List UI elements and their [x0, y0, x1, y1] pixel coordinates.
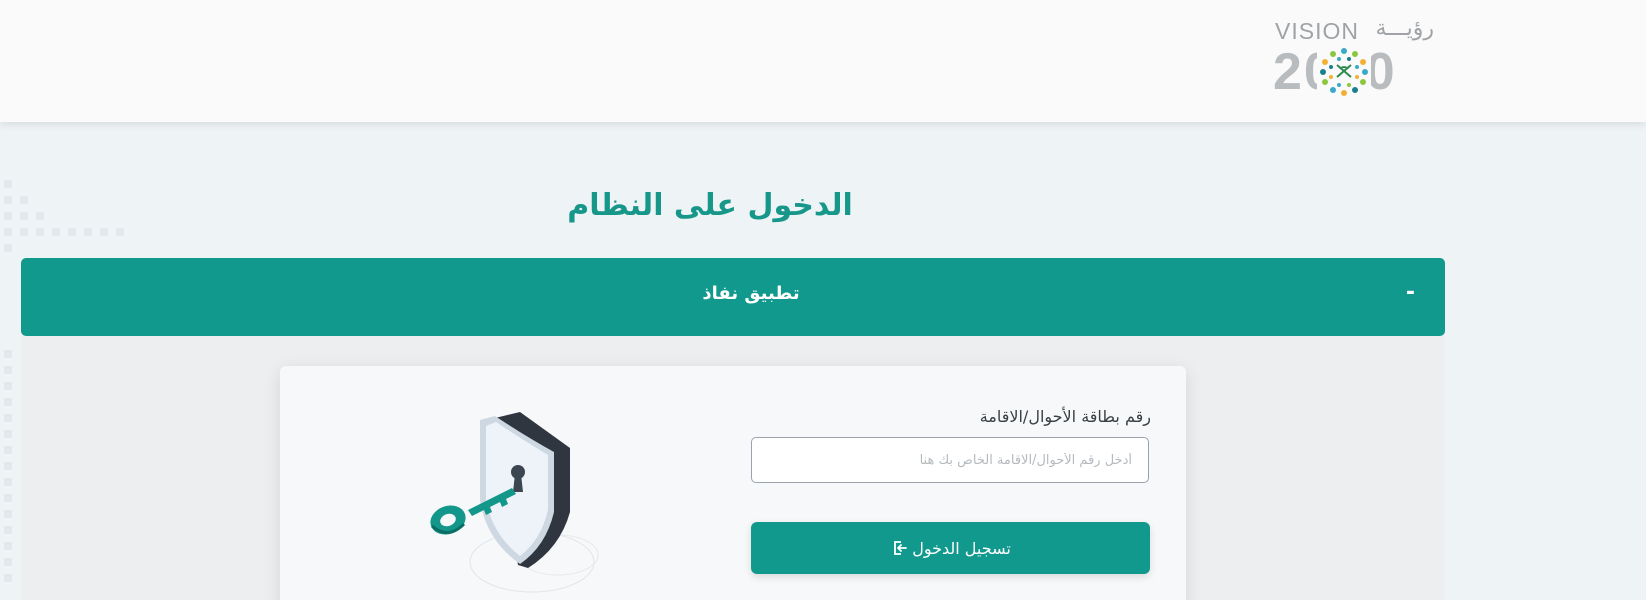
- nafath-app-accordion-header[interactable]: تطبيق نفاذ -: [21, 258, 1445, 336]
- vision-emblem-icon: [1317, 45, 1371, 99]
- login-button[interactable]: تسجيل الدخول: [751, 522, 1150, 574]
- collapse-toggle-icon[interactable]: -: [1406, 282, 1415, 304]
- vision-arabic-word: رؤيـــة: [1375, 16, 1434, 41]
- login-button-content: تسجيل الدخول: [890, 539, 1011, 558]
- login-arrow-icon: [894, 541, 908, 555]
- nafath-logo: نفاذ: [1476, 14, 1646, 104]
- shield-key-icon: [430, 412, 599, 593]
- vision-2030-logo: VISION رؤيـــة 2030: [1273, 16, 1438, 101]
- page: VISION رؤيـــة 2030: [0, 0, 1646, 600]
- svg-text:نفاذ: نفاذ: [1624, 26, 1626, 99]
- nafath-logo-icon: نفاذ: [1624, 26, 1646, 99]
- national-id-input[interactable]: [751, 437, 1149, 483]
- login-button-label: تسجيل الدخول: [912, 538, 1011, 558]
- accordion-label: تطبيق نفاذ: [702, 283, 800, 304]
- national-id-label: رقم بطاقة الأحوال/الاقامة: [979, 407, 1151, 426]
- page-title: الدخول على النظام: [567, 188, 853, 223]
- vision-word: VISION: [1275, 18, 1359, 44]
- header: VISION رؤيـــة 2030: [0, 0, 1646, 122]
